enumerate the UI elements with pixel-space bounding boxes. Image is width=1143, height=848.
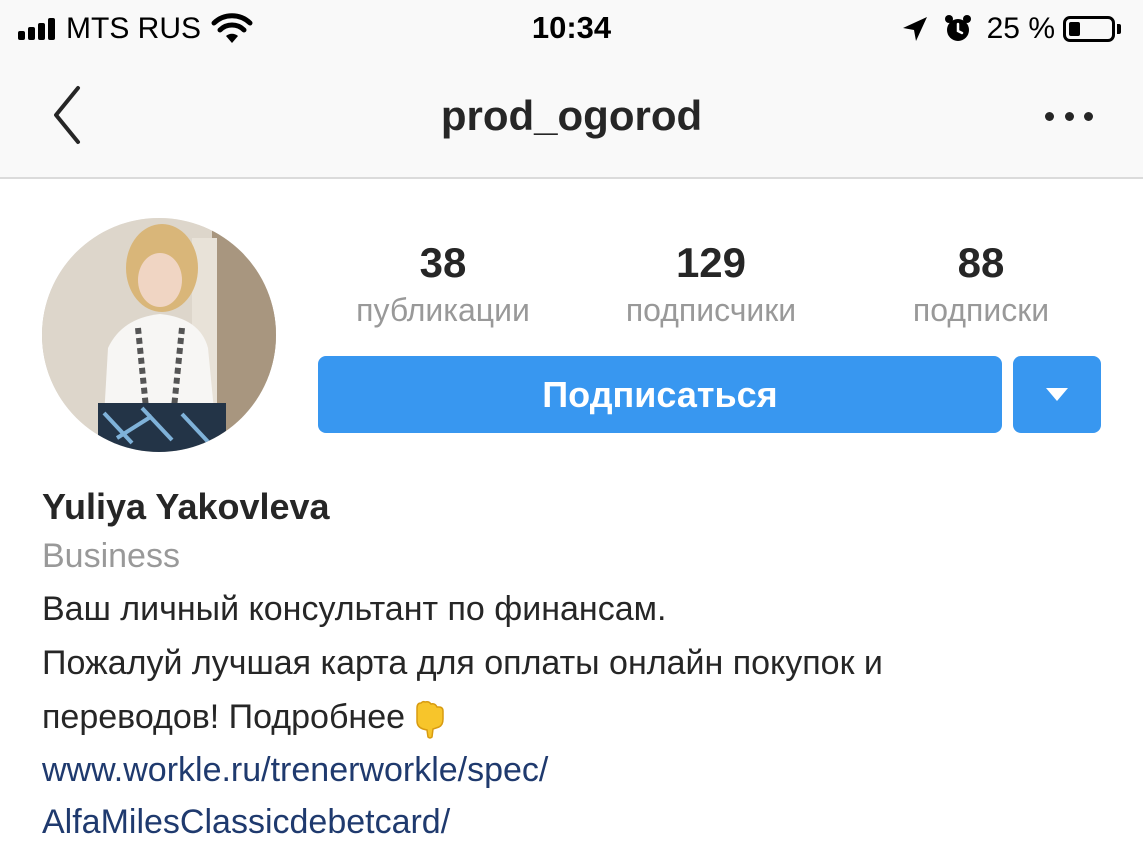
- posts-label: публикации: [356, 292, 530, 328]
- bio-link[interactable]: www.workle.ru/trenerworkle/spec/ AlfaMil…: [42, 744, 1122, 848]
- followers-label: подписчики: [625, 292, 797, 328]
- following-label: подписки: [912, 292, 1050, 328]
- backhand-index-pointing-down-emoji-icon: [416, 700, 444, 739]
- location-arrow-icon: [902, 17, 927, 41]
- page-title: prod_ogorod: [440, 92, 703, 139]
- bio-line-3: переводов! Подробнее: [42, 698, 406, 736]
- bio-link-line-2[interactable]: AlfaMilesClassicdebetcard/: [42, 796, 1122, 848]
- triangle-down-icon: [1046, 388, 1068, 401]
- battery-tip: [1117, 24, 1121, 34]
- status-bar: MTS RUS 10:34 25 %: [0, 0, 1143, 58]
- follow-button[interactable]: Подписаться: [318, 356, 1002, 433]
- profile-name: Yuliya Yakovleva: [42, 486, 330, 527]
- posts-count: 38: [419, 239, 467, 286]
- battery-icon: [1063, 16, 1115, 42]
- nav-bar: prod_ogorod: [0, 58, 1143, 179]
- profile-stats: 38 публикации 129 подписчики 88 подписки: [318, 238, 1108, 338]
- following-count: 88: [957, 239, 1005, 286]
- profile-bio: Yuliya Yakovleva Business Ваш личный кон…: [42, 484, 1122, 848]
- battery-percent: 25 %: [986, 12, 1055, 45]
- suggested-accounts-button[interactable]: [1013, 356, 1101, 433]
- bio-line-2: Пожалуй лучшая карта для оплаты онлайн п…: [42, 644, 883, 682]
- alarm-icon: [944, 15, 971, 41]
- more-options-icon: [1045, 111, 1054, 121]
- profile-photo: [42, 218, 276, 452]
- status-right: 25 %: [901, 12, 1121, 46]
- bio-link-line-1[interactable]: www.workle.ru/trenerworkle/spec/: [42, 744, 1122, 796]
- stat-following[interactable]: 88 подписки: [866, 238, 1096, 332]
- followers-count: 129: [675, 239, 747, 286]
- more-options-button[interactable]: [1045, 98, 1093, 134]
- profile-category: Business: [42, 537, 180, 575]
- stat-followers[interactable]: 129 подписчики: [596, 238, 826, 332]
- stat-posts[interactable]: 38 публикации: [328, 238, 558, 332]
- bio-line-1: Ваш личный консультант по финансам.: [42, 590, 667, 628]
- bio-line-3-wrap: переводов! Подробнее: [42, 690, 1122, 744]
- avatar[interactable]: [42, 218, 276, 452]
